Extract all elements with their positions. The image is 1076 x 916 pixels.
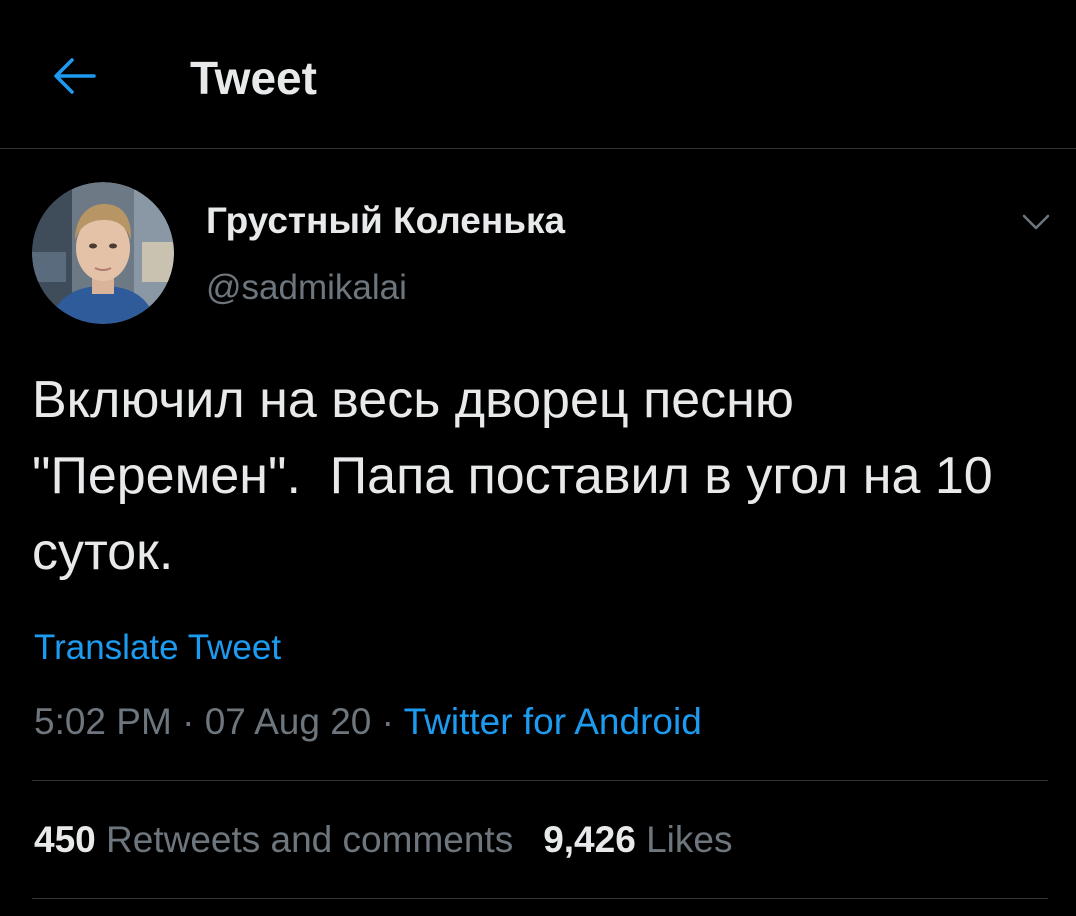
retweets-label: Retweets and comments (106, 819, 514, 860)
top-bar: Tweet (0, 0, 1076, 149)
user-avatar-image (32, 182, 174, 324)
author-display-name[interactable]: Грустный Коленька (206, 198, 565, 244)
tweet-time: 5:02 PM (34, 701, 172, 742)
tweet-menu-button[interactable] (1016, 206, 1056, 238)
tweet-metadata: 5:02 PM · 07 Aug 20 · Twitter for Androi… (34, 698, 702, 746)
divider (32, 898, 1048, 899)
tweet-stats: 450 Retweets and comments 9,426 Likes (34, 816, 732, 864)
likes-label: Likes (646, 819, 733, 860)
page-title: Tweet (190, 52, 317, 104)
chevron-down-icon (1022, 214, 1050, 230)
retweets-stat[interactable]: 450 Retweets and comments (34, 819, 513, 860)
tweet-date: 07 Aug 20 (204, 701, 372, 742)
meta-separator: · (381, 701, 394, 742)
translate-tweet-link[interactable]: Translate Tweet (34, 626, 281, 670)
avatar[interactable] (32, 182, 174, 324)
divider (32, 780, 1048, 781)
meta-separator: · (182, 701, 195, 742)
arrow-left-icon (54, 58, 96, 94)
tweet-source-link[interactable]: Twitter for Android (404, 701, 702, 742)
likes-stat[interactable]: 9,426 Likes (543, 819, 732, 860)
back-button[interactable] (44, 48, 104, 104)
tweet-text: Включил на весь дворец песню "Перемен". … (32, 371, 1008, 581)
likes-count: 9,426 (543, 819, 636, 860)
retweets-count: 450 (34, 819, 96, 860)
author-handle[interactable]: @sadmikalai (206, 266, 407, 310)
